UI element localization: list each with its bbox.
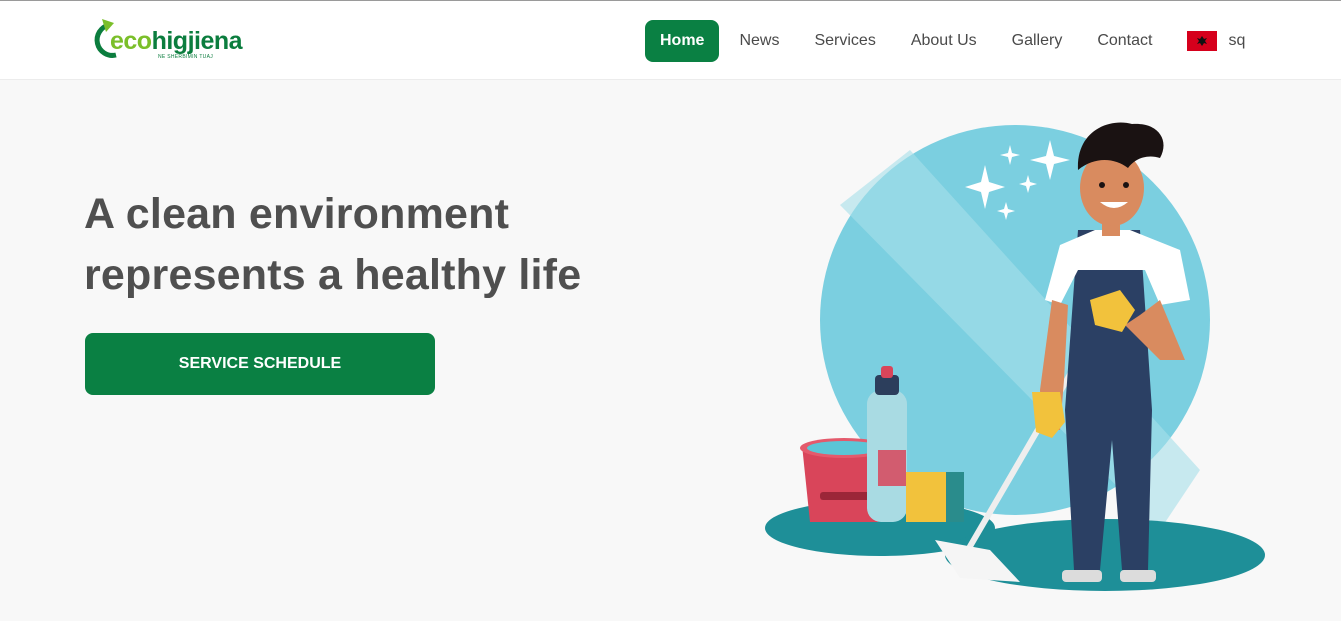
main-navigation: Home News Services About Us Gallery Cont… (645, 20, 1245, 62)
site-logo[interactable]: ecohigjiena NE SHERBIMIN TUAJ (84, 15, 254, 67)
nav-gallery[interactable]: Gallery (997, 20, 1078, 62)
nav-news[interactable]: News (724, 20, 794, 62)
hero-heading-line-2: represents a healthy life (84, 251, 582, 299)
cleaner-illustration (760, 110, 1270, 600)
nav-about-us[interactable]: About Us (896, 20, 992, 62)
logo-tagline: NE SHERBIMIN TUAJ (158, 54, 214, 60)
service-schedule-button[interactable]: SERVICE SCHEDULE (85, 333, 435, 395)
nav-contact[interactable]: Contact (1082, 20, 1167, 62)
nav-services[interactable]: Services (799, 20, 890, 62)
nav-home[interactable]: Home (645, 20, 720, 62)
site-header: ecohigjiena NE SHERBIMIN TUAJ Home News … (0, 1, 1341, 80)
language-switcher[interactable]: sq (1187, 31, 1245, 51)
logo-eco-text: eco (110, 27, 152, 55)
hero-heading-line-1: A clean environment (84, 190, 510, 238)
hero-heading: A clean environment represents a healthy… (84, 184, 684, 306)
logo-name-text: higjiena (151, 27, 243, 55)
logo-wordmark: ecohigjiena (110, 27, 243, 56)
albania-flag-icon (1187, 31, 1218, 51)
language-code: sq (1228, 32, 1246, 49)
